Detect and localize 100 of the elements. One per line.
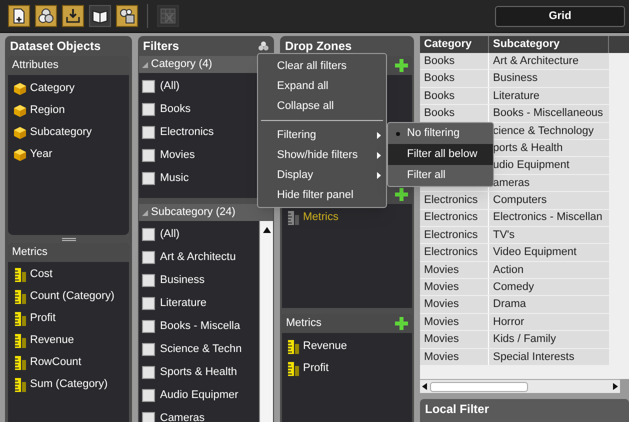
filter-value[interactable]: Business — [160, 272, 205, 289]
filter-value[interactable]: Movies — [160, 147, 195, 164]
filter-value[interactable]: (All) — [160, 226, 180, 243]
attribute-item[interactable]: Category — [13, 81, 129, 96]
attribute-item[interactable]: Year — [13, 147, 129, 162]
checkbox[interactable] — [142, 297, 155, 310]
table-cell: Electronics — [420, 244, 489, 261]
section-title: Metrics — [286, 316, 322, 332]
circles-icon — [38, 8, 54, 24]
scroll-left-icon[interactable] — [422, 383, 428, 390]
cube-icon — [13, 126, 27, 140]
cube-icon — [13, 82, 27, 96]
add-icon[interactable] — [395, 317, 408, 330]
table-cell: Horror — [489, 314, 609, 330]
new-document-button[interactable] — [8, 5, 30, 27]
metric-icon — [288, 362, 299, 376]
attribute-item[interactable]: Subcategory — [13, 125, 129, 140]
metric-item[interactable]: Revenue — [15, 333, 129, 348]
filter-value[interactable]: Music — [160, 170, 189, 187]
filter-value[interactable]: Books - Miscella — [160, 318, 240, 335]
metric-item[interactable]: Count (Category) — [15, 289, 129, 304]
new-document-icon — [11, 8, 27, 24]
table-cell: Video Equipment — [489, 244, 609, 261]
table-cell: Art & Architecture — [489, 53, 609, 70]
shapes-button[interactable] — [116, 5, 138, 27]
checkbox[interactable] — [142, 149, 155, 162]
table-cell: Electronics — [420, 210, 489, 226]
metric-item[interactable]: Profit — [15, 311, 129, 326]
book-icon — [92, 8, 108, 24]
metric-icon — [288, 210, 299, 224]
table-cell: Books - Miscellaneous — [489, 105, 609, 122]
table-cell: Comedy — [489, 279, 609, 296]
metric-item[interactable]: RowCount — [15, 355, 129, 370]
filter-value[interactable]: Science & Techn — [160, 341, 242, 358]
menu-item[interactable]: Show/hide filters — [258, 145, 386, 165]
filter-value[interactable]: Literature — [160, 295, 206, 312]
checkbox[interactable] — [142, 251, 155, 264]
table-cell: Electronics - Miscellan — [489, 210, 609, 226]
checkbox[interactable] — [142, 389, 155, 402]
expand-icon — [142, 210, 148, 216]
checkbox[interactable] — [142, 126, 155, 139]
metric-icon — [15, 334, 26, 348]
add-icon[interactable] — [395, 188, 408, 201]
add-icon[interactable] — [395, 59, 408, 72]
horizontal-scrollbar[interactable] — [420, 379, 620, 393]
metric-item[interactable]: Profit — [288, 361, 412, 376]
filter-value[interactable]: (All) — [160, 78, 180, 95]
checkbox[interactable] — [142, 320, 155, 333]
scroll-right-icon[interactable] — [612, 383, 618, 390]
filter-group-header[interactable]: Subcategory (24) — [139, 204, 273, 221]
menu-item[interactable]: Hide filter panel — [258, 185, 386, 205]
checkbox[interactable] — [142, 343, 155, 356]
menu-item[interactable]: Display — [258, 165, 386, 185]
filter-value[interactable]: Electronics — [160, 124, 214, 141]
circles-icon[interactable] — [258, 41, 269, 51]
table-cell: Business — [489, 70, 609, 87]
checkbox[interactable] — [142, 228, 155, 241]
filter-value[interactable]: Art & Architectu — [160, 249, 236, 266]
drop-zone-item[interactable]: Metrics — [288, 210, 412, 225]
grid-view-button[interactable]: Grid — [495, 6, 625, 26]
filter-value[interactable]: Audio Equipmer — [160, 387, 238, 404]
submenu-arrow-icon — [377, 132, 381, 138]
attribute-item[interactable]: Region — [13, 103, 129, 118]
section-title: Metrics — [12, 245, 48, 260]
metric-icon — [15, 312, 26, 326]
circles-button[interactable] — [35, 5, 57, 27]
table-cell: Special Interests — [489, 348, 609, 366]
menu-item[interactable]: Filtering — [258, 125, 386, 145]
download-button[interactable] — [62, 5, 84, 27]
checkbox[interactable] — [142, 103, 155, 116]
table-cell: Movies — [420, 314, 489, 330]
shapes-icon — [119, 8, 135, 24]
metric-icon — [15, 290, 26, 304]
checkbox[interactable] — [142, 80, 155, 93]
filter-value[interactable]: Sports & Health — [160, 364, 238, 381]
submenu-item[interactable]: Filter all below — [388, 144, 493, 165]
grid-delete-icon — [160, 8, 176, 24]
checkbox[interactable] — [142, 274, 155, 287]
checkbox[interactable] — [142, 172, 155, 185]
metric-item[interactable]: Revenue — [288, 339, 412, 354]
menu-item[interactable]: Expand all — [258, 76, 386, 96]
metric-item[interactable]: Sum (Category) — [15, 377, 129, 392]
metric-item[interactable]: Cost — [15, 267, 129, 282]
book-button[interactable] — [89, 5, 111, 27]
scroll-up-icon[interactable] — [262, 226, 270, 234]
filter-value[interactable]: Books — [160, 101, 191, 118]
metric-icon — [288, 340, 299, 354]
table-cell: Electronics — [420, 226, 489, 244]
scroll-thumb[interactable] — [430, 382, 528, 392]
filter-value[interactable]: Cameras — [160, 410, 205, 422]
panel-title: Dataset Objects — [10, 40, 101, 52]
table-cell: Computers — [489, 192, 609, 209]
metric-icon — [15, 268, 26, 282]
table-cell: Literature — [489, 88, 609, 104]
submenu-label: Filter all — [407, 168, 446, 184]
menu-item[interactable]: Collapse all — [258, 96, 386, 116]
checkbox[interactable] — [142, 412, 155, 422]
checkbox[interactable] — [142, 366, 155, 379]
metric-icon — [15, 356, 26, 370]
scrollbar[interactable] — [259, 221, 273, 422]
